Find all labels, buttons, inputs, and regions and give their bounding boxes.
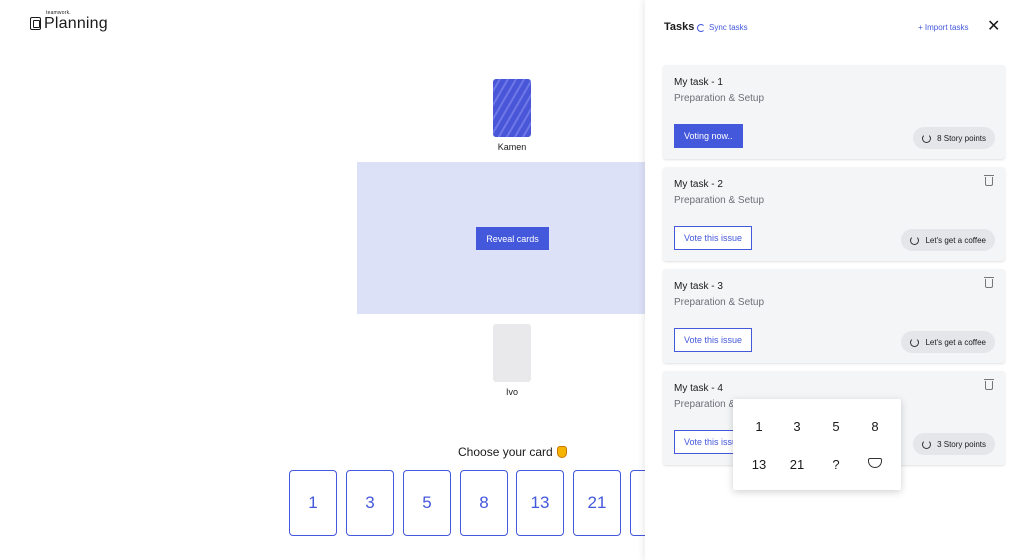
- story-points-badge[interactable]: Let's get a coffee: [901, 331, 995, 353]
- refresh-icon: [910, 235, 920, 245]
- refresh-icon: [922, 133, 932, 143]
- story-points-label: Let's get a coffee: [925, 235, 986, 245]
- tasks-panel-header: Tasks Sync tasks + Import tasks ✕: [664, 19, 1004, 38]
- estimate-option[interactable]: 13: [744, 457, 774, 472]
- card-option[interactable]: 8: [460, 470, 508, 536]
- estimate-option[interactable]: 8: [860, 419, 890, 434]
- task-title: My task - 4: [674, 383, 723, 394]
- task-title: My task - 1: [674, 77, 723, 88]
- task-subtitle: Preparation & Setup: [674, 297, 765, 308]
- logo-title: Planning: [44, 15, 108, 32]
- story-points-label: 3 Story points: [937, 439, 986, 449]
- sync-icon: [697, 23, 705, 32]
- import-tasks-button[interactable]: + Import tasks: [918, 23, 968, 32]
- task-subtitle: Preparation & Setup: [674, 93, 765, 104]
- task-subtitle: Preparation & Setup: [674, 195, 765, 206]
- logo: teamwork. Planning: [30, 11, 108, 32]
- trash-icon[interactable]: [984, 379, 994, 390]
- card-option[interactable]: 5: [403, 470, 451, 536]
- refresh-icon: [910, 337, 920, 347]
- story-points-label: 8 Story points: [937, 133, 986, 143]
- estimate-option[interactable]: 1: [744, 419, 774, 434]
- coffee-cup-icon[interactable]: [868, 458, 882, 468]
- voting-now-button[interactable]: Voting now..: [674, 124, 743, 148]
- card-option[interactable]: 3: [346, 470, 394, 536]
- choose-card-heading: Choose your card: [458, 445, 567, 459]
- vote-issue-button[interactable]: Vote this issue: [674, 328, 753, 352]
- player-name: Ivo: [505, 387, 518, 397]
- reveal-cards-button[interactable]: Reveal cards: [476, 227, 549, 250]
- estimate-option[interactable]: 5: [821, 419, 851, 434]
- estimate-option[interactable]: ?: [821, 457, 851, 472]
- player-ivo: Ivo: [472, 324, 552, 397]
- choose-card-label: Choose your card: [458, 445, 553, 459]
- refresh-icon: [922, 439, 932, 449]
- sync-tasks-button[interactable]: Sync tasks: [697, 23, 748, 32]
- task-title: My task - 3: [674, 281, 723, 292]
- vote-issue-button[interactable]: Vote this issue: [674, 226, 753, 250]
- task-card: My task - 3 Preparation & Setup Vote thi…: [663, 269, 1005, 363]
- estimate-option[interactable]: 3: [782, 419, 812, 434]
- player-card-empty: [493, 324, 531, 382]
- story-points-badge[interactable]: 3 Story points: [913, 433, 995, 455]
- trash-icon[interactable]: [984, 175, 994, 186]
- pointing-hand-icon: [556, 446, 567, 458]
- close-icon[interactable]: ✕: [987, 19, 1000, 35]
- trash-icon[interactable]: [984, 277, 994, 288]
- logo-icon: [30, 17, 41, 30]
- task-card: My task - 2 Preparation & Setup Vote thi…: [663, 167, 1005, 261]
- story-points-label: Let's get a coffee: [925, 337, 986, 347]
- task-card: My task - 1 Preparation & Setup Voting n…: [663, 65, 1005, 159]
- card-option[interactable]: 1: [289, 470, 337, 536]
- task-title: My task - 2: [674, 179, 723, 190]
- estimate-popup: 1 3 5 8 13 21 ?: [733, 399, 901, 490]
- sync-tasks-label: Sync tasks: [709, 23, 748, 32]
- player-card-back: [493, 79, 531, 137]
- card-option[interactable]: 13: [516, 470, 564, 536]
- estimate-option[interactable]: 21: [782, 457, 812, 472]
- story-points-badge[interactable]: 8 Story points: [913, 127, 995, 149]
- story-points-badge[interactable]: Let's get a coffee: [901, 229, 995, 251]
- player-name: Kamen: [497, 142, 527, 152]
- tasks-title: Tasks: [664, 21, 695, 33]
- planning-app: teamwork. Planning Kamen Reveal cards Iv…: [0, 0, 1020, 560]
- player-kamen: Kamen: [472, 79, 552, 152]
- card-option[interactable]: 21: [573, 470, 621, 536]
